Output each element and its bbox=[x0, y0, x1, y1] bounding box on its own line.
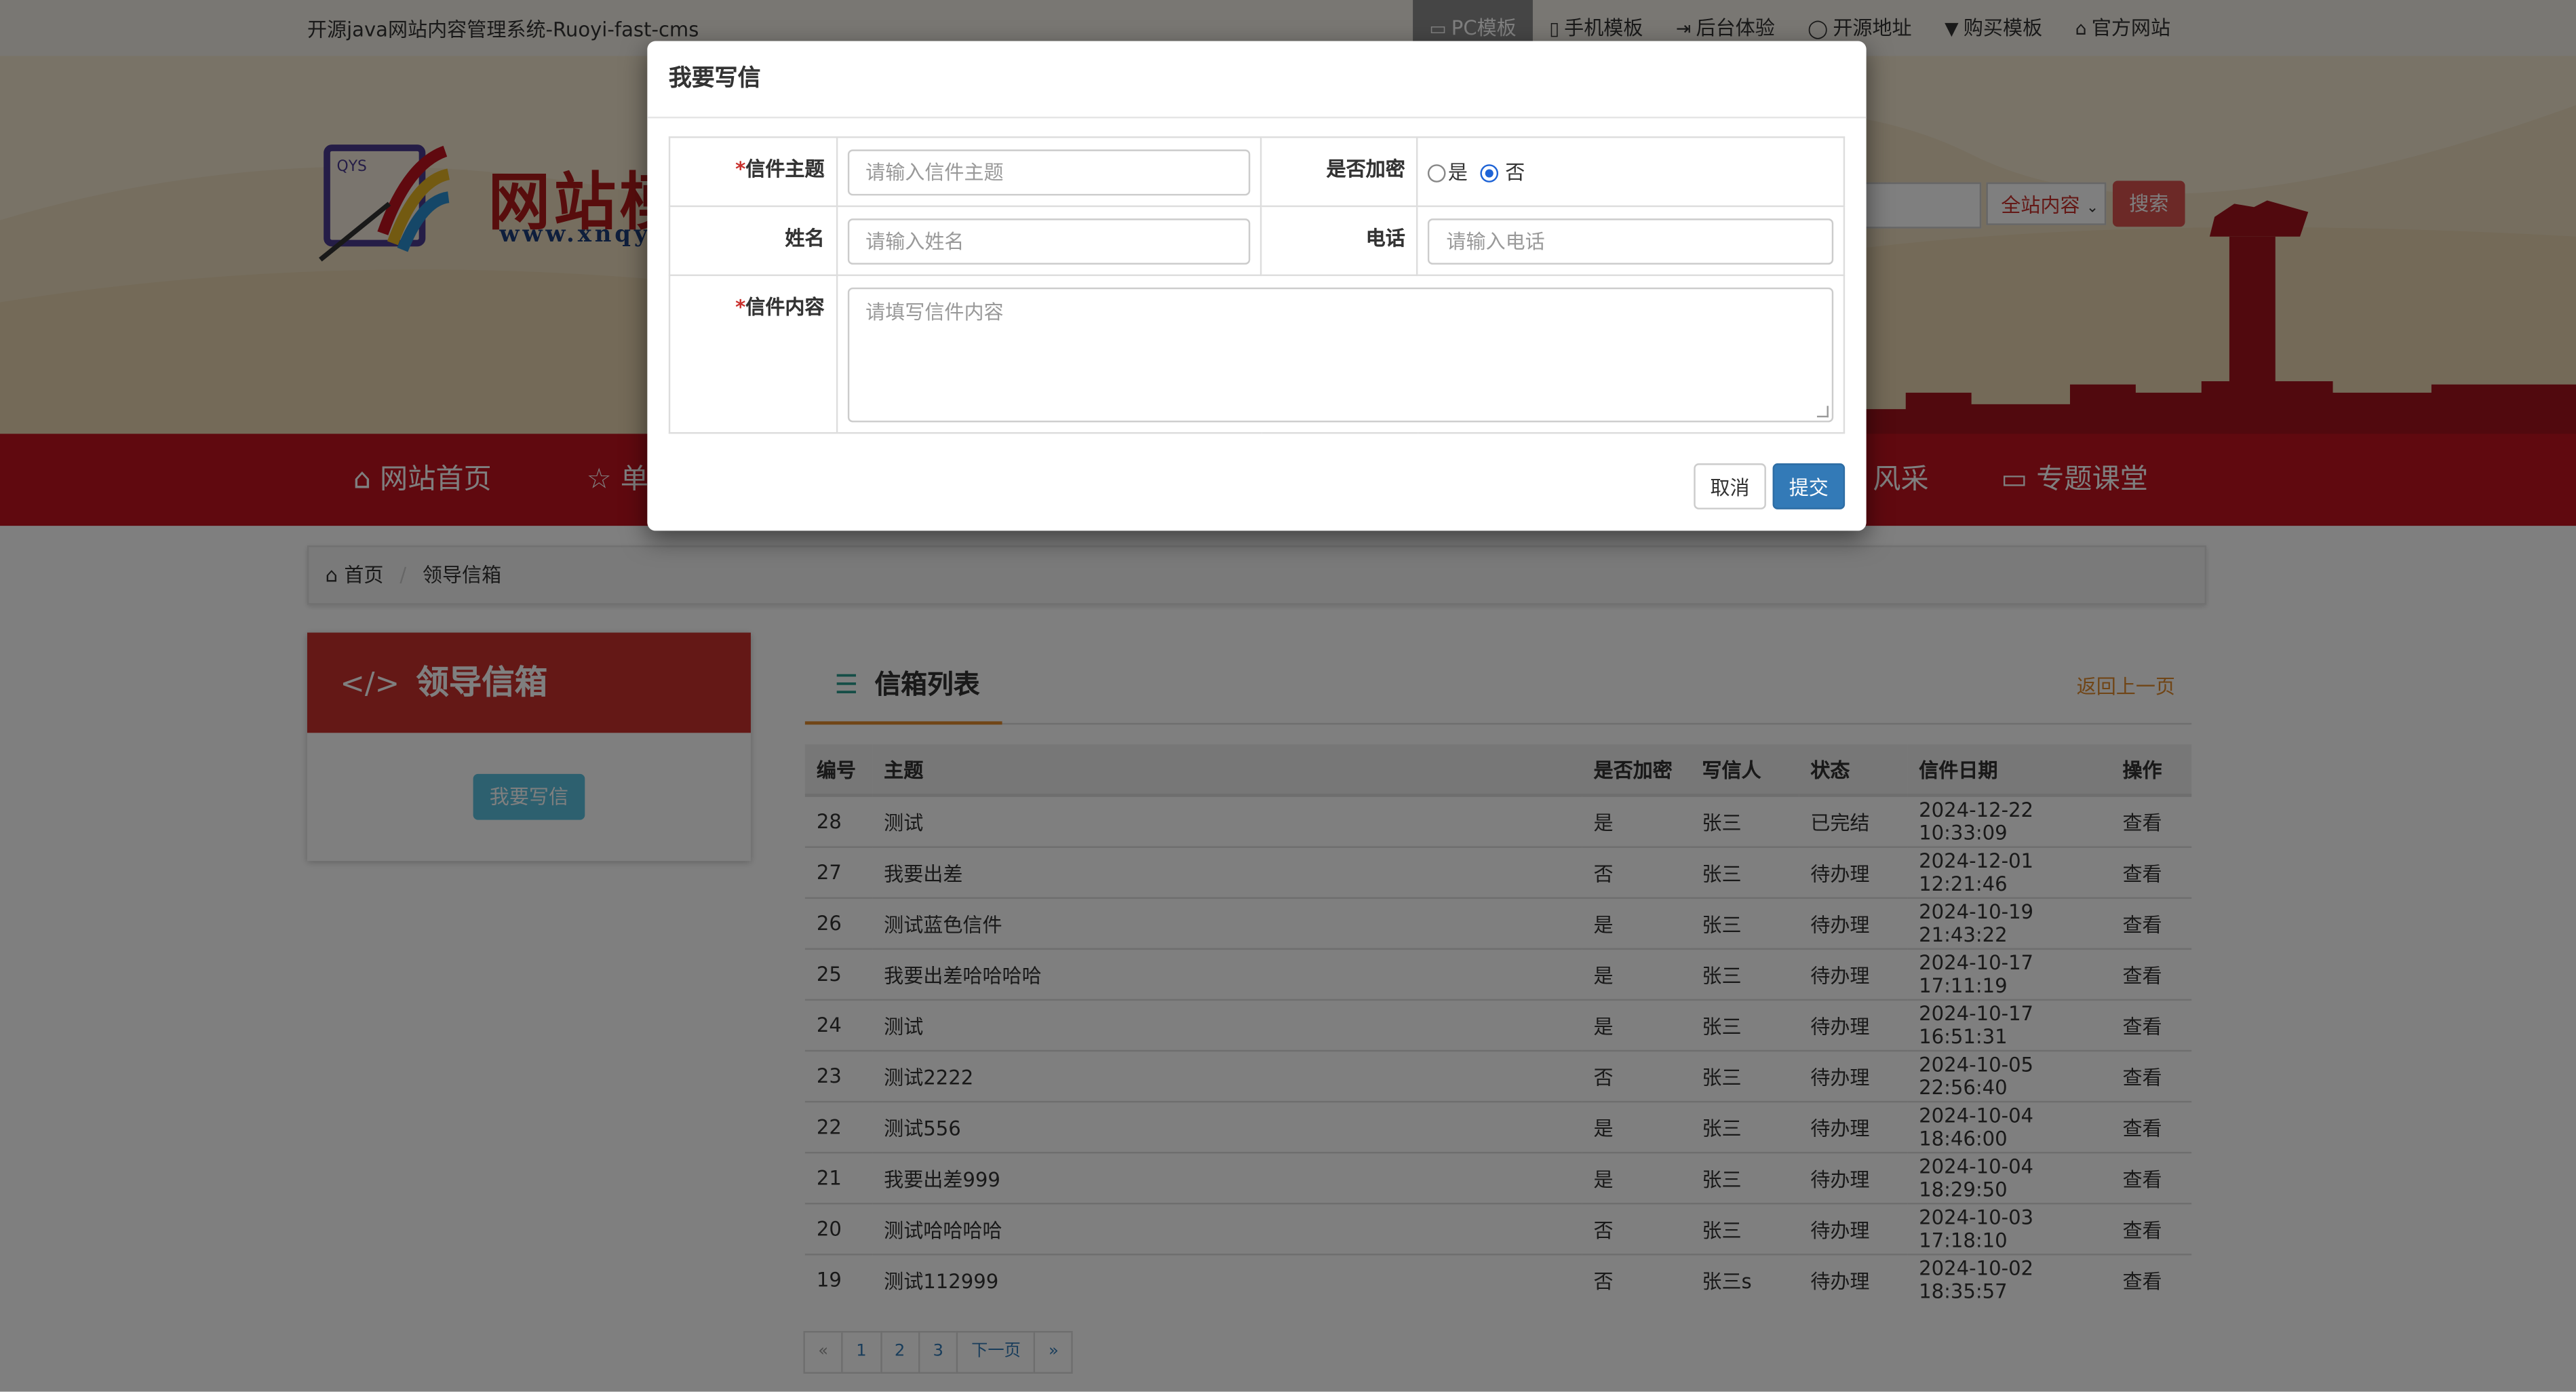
letter-form: *信件主题 请输入信件主题 是否加密 是 否 姓名 请输入姓名 电话 请输入电话… bbox=[668, 136, 1846, 434]
page: 开源java网站内容管理系统-Ruoyi-fast-cms ▭PC模板 ▯手机模… bbox=[0, 0, 2576, 1392]
resize-handle-icon[interactable] bbox=[1816, 405, 1829, 417]
write-letter-modal: 我要写信 *信件主题 请输入信件主题 是否加密 是 否 姓名 请输入姓名 电话 … bbox=[647, 41, 1867, 531]
encrypt-options: 是 否 bbox=[1416, 136, 1846, 208]
content-label-text: 信件内容 bbox=[745, 295, 825, 319]
modal-title: 我要写信 bbox=[647, 41, 1867, 119]
content-textarea[interactable]: 请填写信件内容 bbox=[847, 286, 1834, 422]
content-label: *信件内容 bbox=[668, 274, 838, 434]
subject-input[interactable]: 请输入信件主题 bbox=[847, 149, 1251, 195]
cancel-button[interactable]: 取消 bbox=[1694, 463, 1766, 509]
subject-label: *信件主题 bbox=[668, 136, 838, 208]
required-mark: * bbox=[735, 157, 746, 181]
subject-label-text: 信件主题 bbox=[745, 157, 825, 181]
encrypt-no-radio[interactable] bbox=[1480, 164, 1499, 182]
content-placeholder: 请填写信件内容 bbox=[865, 300, 1004, 323]
phone-input[interactable]: 请输入电话 bbox=[1428, 217, 1834, 264]
phone-label: 电话 bbox=[1261, 205, 1419, 276]
encrypt-yes-radio[interactable] bbox=[1428, 164, 1447, 182]
required-mark: * bbox=[735, 295, 746, 319]
name-input[interactable]: 请输入姓名 bbox=[847, 217, 1251, 264]
submit-button[interactable]: 提交 bbox=[1772, 463, 1846, 509]
encrypt-yes-label: 是 bbox=[1447, 161, 1468, 185]
encrypt-no-label: 否 bbox=[1505, 161, 1525, 185]
encrypt-label: 是否加密 bbox=[1261, 136, 1419, 208]
name-label: 姓名 bbox=[668, 205, 838, 276]
